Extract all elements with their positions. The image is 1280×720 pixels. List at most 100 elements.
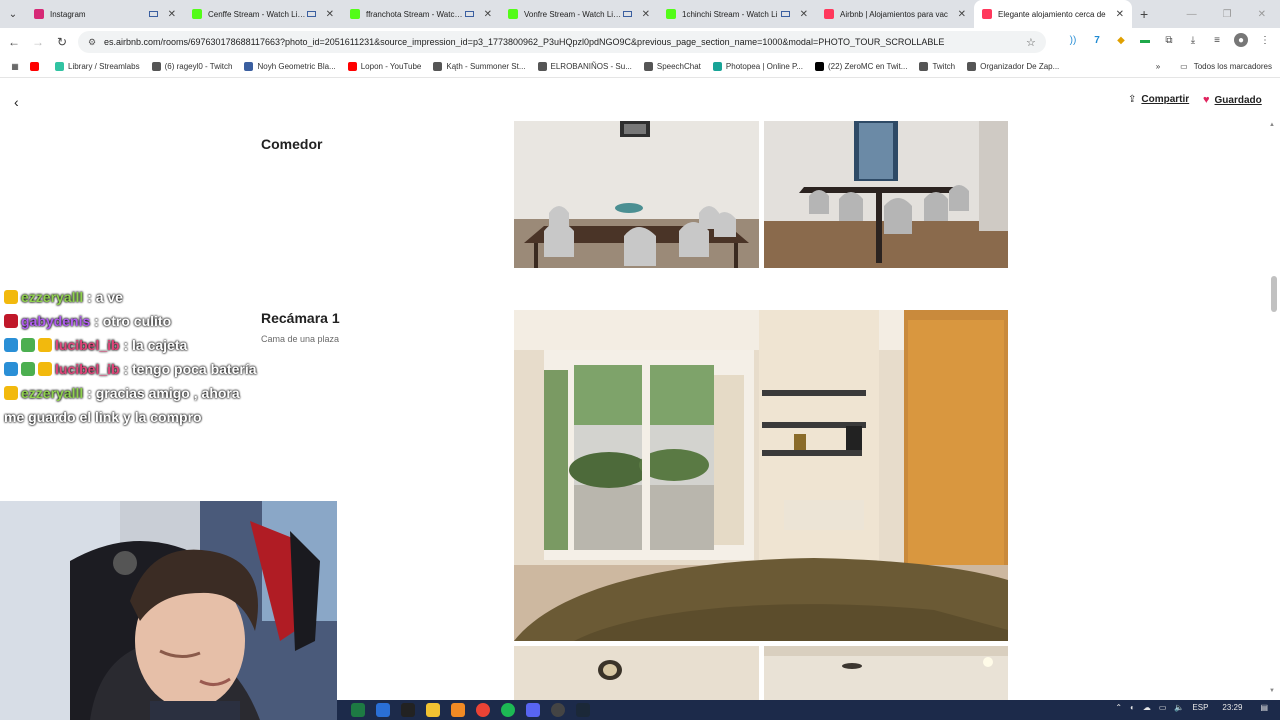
chat-username: lucibel_ib: [55, 337, 120, 353]
reload-icon[interactable]: ↻: [50, 35, 74, 49]
bookmark-label: Noyh Geometric Bla...: [257, 62, 336, 71]
share-button[interactable]: ⇪ Compartir: [1128, 94, 1189, 105]
chat-message: ezzeryalll : gracias amigo , ahora me gu…: [0, 381, 260, 429]
app-icon[interactable]: [451, 703, 465, 717]
bookmark-item[interactable]: SpeechChat: [643, 62, 701, 71]
bookmark-item[interactable]: Kąth - Summoner St...: [433, 62, 526, 71]
folder-icon: ▭: [1180, 62, 1188, 71]
bookmark-item[interactable]: [30, 62, 43, 71]
avatar[interactable]: ●: [1234, 33, 1248, 47]
forward-icon[interactable]: →: [26, 35, 50, 49]
browser-tab[interactable]: Instagram ✕: [26, 0, 184, 28]
tab-search-icon[interactable]: ⌄: [0, 0, 26, 28]
saved-button[interactable]: ♥ Guardado: [1203, 94, 1262, 106]
spotify-icon[interactable]: [501, 703, 515, 717]
chrome-icon[interactable]: [476, 703, 490, 717]
clock[interactable]: 23:29: [1222, 703, 1242, 712]
close-tab-icon[interactable]: ✕: [326, 9, 334, 20]
bookmark-item[interactable]: Twitch: [919, 62, 955, 71]
chat-text: : tengo poca batería: [123, 361, 257, 377]
close-tab-icon[interactable]: ✕: [800, 9, 808, 20]
tab-favicon-icon: [666, 9, 676, 19]
app-icon[interactable]: [401, 703, 415, 717]
close-tab-icon[interactable]: ✕: [484, 9, 492, 20]
chat-message: ezzeryalll : a ve: [0, 285, 260, 309]
browser-tab[interactable]: ffranchota Stream - Watch Li ✕: [342, 0, 500, 28]
heart-icon: ♥: [1203, 94, 1210, 106]
tab-title: Cenffe Stream - Watch Live on K: [208, 9, 307, 19]
bookmark-item[interactable]: (6) rageyl0 - Twitch: [151, 62, 232, 71]
bedroom-photo[interactable]: [514, 310, 1008, 641]
bookmark-star-icon[interactable]: ☆: [1026, 36, 1046, 49]
all-bookmarks[interactable]: » ▭ Todos los marcadores: [1156, 62, 1272, 71]
bookmark-item[interactable]: Noyh Geometric Bla...: [244, 62, 336, 71]
discord-icon[interactable]: [526, 703, 540, 717]
extension-icon[interactable]: )): [1066, 33, 1080, 47]
extension-icon[interactable]: ◆: [1114, 33, 1128, 47]
notifications-icon[interactable]: ▤: [1260, 703, 1268, 712]
media-icon[interactable]: ≡: [1210, 33, 1224, 47]
download-icon[interactable]: ⤓: [1186, 33, 1200, 47]
browser-tab[interactable]: Cenffe Stream - Watch Live on K ✕: [184, 0, 342, 28]
scroll-up-icon[interactable]: ▲: [1269, 122, 1275, 128]
bedroom-photo-3[interactable]: [764, 646, 1008, 700]
folder-icon[interactable]: [426, 703, 440, 717]
close-tab-icon[interactable]: ✕: [1116, 9, 1124, 20]
bookmark-favicon-icon: [433, 62, 443, 71]
language-label[interactable]: ESP: [1192, 703, 1208, 712]
taskbar: ⌃ ◐ ☁ ▭ 🔈 ESP 23:29 ▤: [337, 700, 1280, 720]
minimize-icon[interactable]: —: [1187, 9, 1197, 20]
all-bookmarks-label: Todos los marcadores: [1193, 62, 1272, 71]
share-label: Compartir: [1141, 94, 1190, 105]
close-window-icon[interactable]: ✕: [1258, 9, 1266, 20]
browser-tab[interactable]: Airbnb | Alojamientos para vac ✕: [816, 0, 974, 28]
chat-badge-icon: [38, 362, 52, 376]
apps-grid-icon[interactable]: ▦: [0, 62, 30, 71]
address-bar[interactable]: ⚙ es.airbnb.com/rooms/697630178688117663…: [78, 31, 1046, 53]
close-tab-icon[interactable]: ✕: [958, 9, 966, 20]
puzzle-icon[interactable]: ⧉: [1162, 33, 1176, 47]
obs-icon[interactable]: [551, 703, 565, 717]
chevron-right-icon[interactable]: »: [1156, 62, 1160, 71]
bookmark-item[interactable]: Photopea | Online P...: [712, 62, 803, 71]
volume-icon[interactable]: 🔈: [1174, 703, 1184, 712]
bedroom-photo-2[interactable]: [514, 646, 759, 700]
bookmark-favicon-icon: [643, 62, 653, 71]
site-info-icon[interactable]: ⚙: [88, 37, 98, 48]
toolbar: ← → ↻ ⚙ es.airbnb.com/rooms/697630178688…: [0, 28, 1280, 56]
extension-icon[interactable]: 7: [1090, 33, 1104, 47]
close-tab-icon[interactable]: ✕: [168, 9, 176, 20]
network-icon[interactable]: ▭: [1159, 703, 1167, 712]
browser-tab[interactable]: 1chinchi Stream - Watch Li ✕: [658, 0, 816, 28]
back-icon[interactable]: ←: [2, 35, 26, 49]
chat-text: : la cajeta: [123, 337, 188, 353]
new-tab-button[interactable]: +: [1140, 6, 1148, 22]
chevron-up-icon[interactable]: ⌃: [1115, 703, 1122, 712]
back-arrow-icon[interactable]: ‹: [14, 94, 19, 110]
dining-photo-1[interactable]: [514, 121, 759, 268]
app-icon[interactable]: [376, 703, 390, 717]
steam-icon[interactable]: [576, 703, 590, 717]
dining-photo-2[interactable]: [764, 121, 1008, 268]
close-tab-icon[interactable]: ✕: [642, 9, 650, 20]
url-text[interactable]: es.airbnb.com/rooms/697630178688117663?p…: [104, 37, 1026, 47]
excel-icon[interactable]: [351, 703, 365, 717]
bookmark-item[interactable]: Library / Streamlabs: [55, 62, 140, 71]
bookmark-favicon-icon: [55, 62, 64, 71]
bookmark-item[interactable]: Lopon - YouTube: [347, 62, 421, 71]
bookmark-favicon-icon: [244, 62, 254, 71]
bookmark-item[interactable]: ELROBANIÑOS - Su...: [537, 62, 632, 71]
bookmark-item[interactable]: (22) ZeroMC en Twit...: [815, 62, 907, 71]
restore-icon[interactable]: ❐: [1223, 9, 1232, 20]
tray-icon[interactable]: ◐: [1130, 703, 1135, 712]
browser-tab[interactable]: Vonfre Stream - Watch Live on ✕: [500, 0, 658, 28]
scrollbar-thumb[interactable]: [1271, 276, 1277, 312]
scroll-down-icon[interactable]: ▼: [1269, 688, 1275, 694]
bookmark-item[interactable]: Organizador De Zap...: [967, 62, 1059, 71]
menu-icon[interactable]: ⋮: [1258, 33, 1272, 47]
tray-icon[interactable]: ☁: [1143, 703, 1151, 712]
browser-tab[interactable]: Elegante alojamiento cerca de ✕: [974, 0, 1132, 28]
chat-username: ezzeryalll: [21, 289, 84, 305]
chat-text: : otro culito: [94, 313, 172, 329]
extension-icon[interactable]: ▬: [1138, 33, 1152, 47]
